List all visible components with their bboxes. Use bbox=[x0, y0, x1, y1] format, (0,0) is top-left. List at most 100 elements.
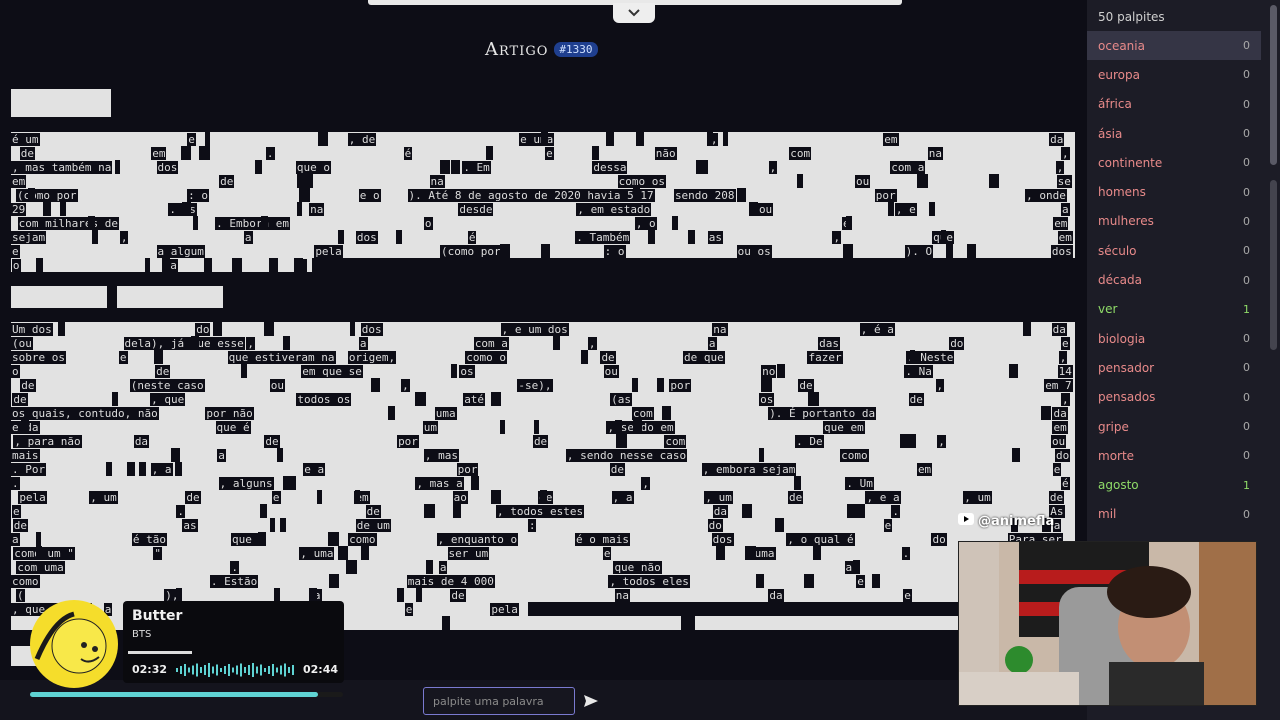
revealed-word: em bbox=[11, 174, 27, 188]
word-gap bbox=[812, 546, 822, 560]
revealed-word: , o bbox=[634, 216, 657, 230]
guess-item[interactable]: morte 0 bbox=[1087, 441, 1261, 470]
revealed-word: , e a bbox=[865, 490, 901, 504]
waveform-bar bbox=[232, 667, 234, 673]
word-gap bbox=[57, 322, 66, 336]
redacted-line bbox=[11, 258, 312, 272]
guess-input[interactable] bbox=[423, 687, 575, 715]
send-button[interactable] bbox=[580, 691, 602, 713]
guess-item[interactable]: homens 0 bbox=[1087, 177, 1261, 206]
revealed-word: de bbox=[908, 392, 924, 406]
revealed-word: em bbox=[151, 146, 167, 160]
word-gap bbox=[945, 244, 954, 258]
revealed-word: , e bbox=[894, 202, 917, 216]
guess-item[interactable]: século 0 bbox=[1087, 236, 1261, 265]
redacted-line bbox=[11, 476, 1075, 490]
word-gap bbox=[853, 560, 861, 574]
revealed-word: de bbox=[538, 490, 554, 504]
guess-item[interactable]: ásia 0 bbox=[1087, 119, 1261, 148]
waveform-bar bbox=[248, 665, 250, 675]
word-gap bbox=[204, 132, 211, 146]
redacted-line bbox=[11, 244, 1075, 258]
redacted-line bbox=[11, 392, 1075, 406]
guess-item[interactable]: mulheres 0 bbox=[1087, 207, 1261, 236]
revealed-word: origem, bbox=[347, 350, 397, 364]
revealed-word: (como por bbox=[440, 244, 502, 258]
waveform-bar bbox=[260, 664, 262, 676]
guess-item[interactable]: década 0 bbox=[1087, 265, 1261, 294]
word-gap bbox=[647, 230, 656, 244]
word-gap bbox=[299, 188, 311, 202]
word-gap bbox=[388, 406, 396, 420]
guess-item[interactable]: europa 0 bbox=[1087, 60, 1261, 89]
revealed-word: , sendo em bbox=[606, 420, 675, 434]
revealed-word: um bbox=[422, 420, 439, 434]
revealed-word: Um dos bbox=[11, 322, 53, 336]
collapse-toggle-button[interactable] bbox=[613, 3, 655, 23]
revealed-word: ou bbox=[603, 364, 619, 378]
guess-occurrence-count: 0 bbox=[1243, 273, 1250, 287]
revealed-word: (as bbox=[610, 392, 632, 406]
revealed-word: , que bbox=[150, 392, 186, 406]
revealed-word: a bbox=[707, 336, 717, 350]
guess-item[interactable]: áfrica 0 bbox=[1087, 90, 1261, 119]
revealed-word: e bbox=[545, 146, 554, 160]
guess-item[interactable]: oceania 0 bbox=[1087, 31, 1261, 61]
revealed-word: é bbox=[467, 230, 477, 244]
revealed-word: e bbox=[842, 216, 851, 230]
word-gap bbox=[804, 574, 815, 588]
guess-word: continente bbox=[1098, 155, 1163, 170]
word-gap bbox=[451, 160, 461, 174]
revealed-word: mais de 4 000 bbox=[406, 574, 495, 588]
album-cover-image bbox=[29, 599, 119, 689]
revealed-word: em bbox=[883, 132, 899, 146]
guess-item[interactable]: agosto 1 bbox=[1087, 470, 1261, 499]
mini-progress bbox=[128, 651, 192, 654]
revealed-word: as bbox=[707, 230, 723, 244]
revealed-word: e bbox=[271, 490, 281, 504]
redacted-line bbox=[11, 532, 1075, 546]
revealed-word: de bbox=[365, 504, 381, 518]
word-gap bbox=[106, 462, 113, 476]
word-gap bbox=[656, 378, 664, 392]
redacted-heading bbox=[11, 286, 107, 308]
music-player-widget: Butter BTS 02:32 02:44 bbox=[123, 601, 344, 683]
revealed-word: , bbox=[641, 476, 650, 490]
waveform-bar bbox=[224, 666, 226, 674]
revealed-word: , bbox=[587, 336, 597, 350]
revealed-word: : o bbox=[187, 188, 209, 202]
guess-word: europa bbox=[1098, 67, 1140, 82]
word-gap bbox=[672, 216, 678, 230]
redacted-line bbox=[11, 546, 1075, 560]
revealed-word: em que se bbox=[301, 364, 363, 378]
stream-handle: @animefla bbox=[958, 513, 1054, 529]
guess-item[interactable]: pensador 0 bbox=[1087, 353, 1261, 382]
revealed-word: da bbox=[1049, 132, 1065, 146]
guess-item[interactable]: gripe 0 bbox=[1087, 412, 1261, 441]
webcam-overlay bbox=[958, 541, 1257, 706]
guess-occurrence-count: 0 bbox=[1243, 332, 1250, 346]
waveform-bar bbox=[240, 663, 242, 677]
word-gap bbox=[1022, 322, 1031, 336]
revealed-word: . bbox=[298, 258, 307, 272]
waveform-bar bbox=[188, 667, 190, 673]
page-scrollbar[interactable] bbox=[1270, 180, 1277, 350]
guess-item[interactable]: biologia 0 bbox=[1087, 324, 1261, 353]
revealed-word: de bbox=[264, 434, 280, 448]
sidebar-scrollbar[interactable] bbox=[1270, 5, 1277, 165]
revealed-word: desde bbox=[458, 202, 494, 216]
guess-item[interactable]: continente 0 bbox=[1087, 148, 1261, 177]
waveform-bar bbox=[208, 663, 210, 677]
word-gap bbox=[755, 574, 765, 588]
redacted-line bbox=[11, 322, 1075, 336]
revealed-word: da bbox=[712, 504, 728, 518]
revealed-word: , bbox=[937, 434, 946, 448]
revealed-word: , bbox=[768, 160, 778, 174]
guess-item[interactable]: pensados 0 bbox=[1087, 383, 1261, 412]
guess-item[interactable]: mil 0 bbox=[1087, 500, 1261, 529]
player-progress-bar[interactable] bbox=[30, 692, 343, 697]
word-gap bbox=[282, 336, 291, 350]
revealed-word: fazer bbox=[807, 350, 843, 364]
guess-item[interactable]: ver 1 bbox=[1087, 295, 1261, 324]
redacted-line bbox=[11, 216, 1075, 230]
